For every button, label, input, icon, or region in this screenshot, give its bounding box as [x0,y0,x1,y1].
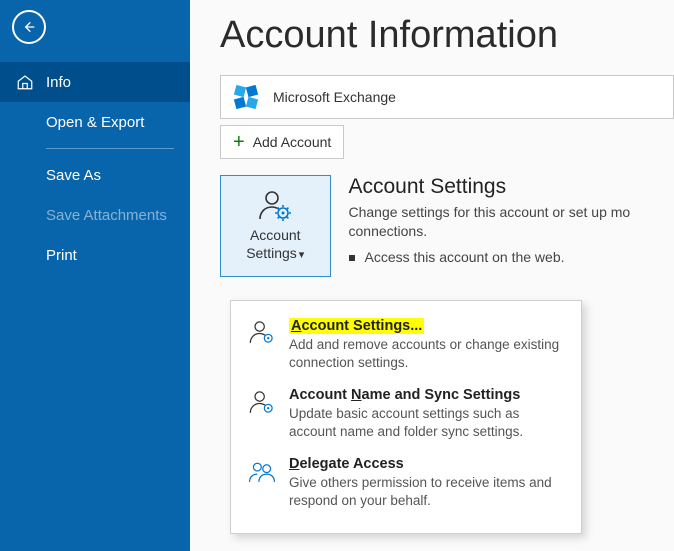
menu-item-delegate-access[interactable]: Delegate Access Give others permission t… [233,450,579,519]
nav-label: Open & Export [46,114,144,131]
chevron-down-icon: ▾ [299,249,305,261]
add-account-button[interactable]: + Add Account [220,125,344,159]
nav-item-save-as[interactable]: Save As [0,155,190,195]
nav-label: Save As [46,167,101,184]
menu-item-name-sync[interactable]: Account Name and Sync Settings Update ba… [233,381,579,450]
person-gear-icon [257,189,293,221]
account-service-label: Microsoft Exchange [273,89,396,105]
nav-item-open-export[interactable]: Open & Export [0,102,190,142]
bullet-icon [349,255,355,261]
account-settings-menu: Account Settings... Add and remove accou… [230,300,582,534]
page-title: Account Information [220,14,674,57]
menu-desc: Give others permission to receive items … [289,474,563,509]
plus-icon: + [233,132,245,152]
big-btn-line2: Settings [246,245,297,261]
account-settings-button[interactable]: Account Settings▾ [220,175,331,277]
people-icon [247,456,277,486]
account-settings-text: Account Settings Change settings for thi… [349,175,674,265]
nav-item-save-attachments: Save Attachments [0,195,190,235]
arrow-left-icon [21,19,37,35]
add-account-label: Add Account [253,134,332,150]
bullet-access-web: Access this account on the web. [349,249,674,265]
home-icon [16,73,34,91]
menu-title: Account Settings... [289,318,424,334]
nav: Info Open & Export Save As Save Attachme… [0,62,190,275]
menu-title: Account Name and Sync Settings [289,387,563,403]
back-button[interactable] [12,10,46,44]
section-title: Account Settings [349,175,674,199]
bullet-text: Access this account on the web. [365,249,565,265]
menu-desc: Update basic account settings such as ac… [289,405,563,440]
account-selector[interactable]: Microsoft Exchange [220,75,674,119]
sidebar: Info Open & Export Save As Save Attachme… [0,0,190,551]
nav-label: Info [46,74,71,91]
big-btn-line1: Account [250,227,301,243]
menu-desc: Add and remove accounts or change existi… [289,336,563,371]
nav-item-info[interactable]: Info [0,62,190,102]
nav-item-print[interactable]: Print [0,235,190,275]
person-gear-icon [247,387,277,417]
account-settings-row: Account Settings▾ Account Settings Chang… [220,175,674,277]
person-gear-icon [247,317,277,347]
nav-label: Save Attachments [46,207,167,224]
exchange-icon [233,84,259,110]
menu-item-account-settings[interactable]: Account Settings... Add and remove accou… [233,311,579,381]
nav-separator [46,148,174,149]
menu-title: Delegate Access [289,456,563,472]
section-desc: Change settings for this account or set … [349,203,674,241]
nav-label: Print [46,247,77,264]
